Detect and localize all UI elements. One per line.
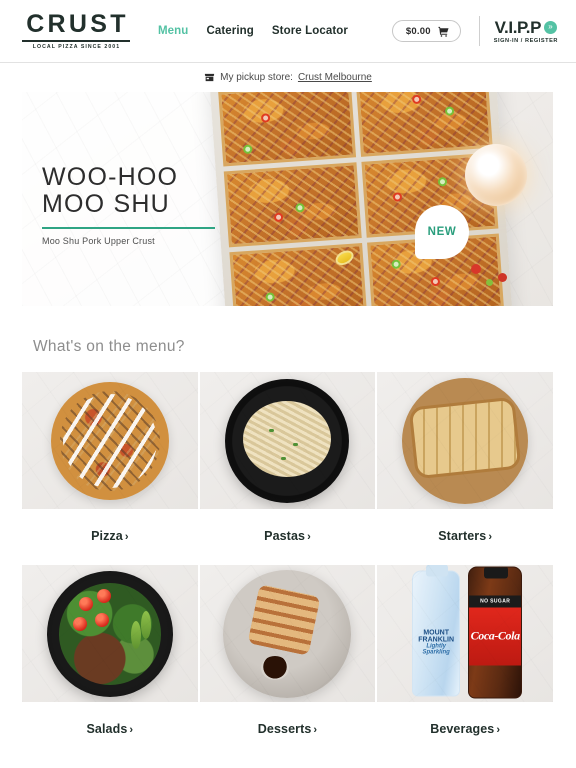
cart-total: $0.00 <box>405 25 431 37</box>
tile-label-text: Beverages <box>430 722 495 736</box>
pasta-illustration <box>225 378 350 503</box>
coke-band: NO SUGAR <box>469 595 522 607</box>
waffle <box>247 583 322 656</box>
chevron-right-icon: › <box>488 531 493 543</box>
hero-garnish-tomato <box>498 273 507 282</box>
pizza-slice <box>355 92 493 158</box>
water-sub-text: Lightly Sparkling <box>422 643 450 656</box>
bottle-cap <box>426 565 449 576</box>
drinks-photo: MOUNT FRANKLIN Lightly Sparkling NO SUGA… <box>377 565 553 702</box>
menu-tile-label-desserts: Desserts › <box>200 702 376 758</box>
hero-pizza-slices <box>218 92 504 306</box>
pizza-photo <box>22 372 198 509</box>
tile-label-text: Pizza <box>91 529 123 543</box>
brand-logo[interactable]: CRUST LOCAL PIZZA SINCE 2001 <box>22 9 130 50</box>
brand-tagline: LOCAL PIZZA SINCE 2001 <box>32 43 121 50</box>
pickup-store-bar: My pickup store: Crust Melbourne <box>0 63 576 91</box>
nav-item-catering[interactable]: Catering <box>206 25 253 37</box>
site-header: CRUST LOCAL PIZZA SINCE 2001 Menu Cateri… <box>0 0 576 62</box>
hero-copy: WOO-HOO MOO SHU Moo Shu Pork Upper Crust <box>42 164 232 246</box>
hero-garnish-chilli <box>486 279 493 286</box>
menu-section-heading: What's on the menu? <box>33 338 185 355</box>
coke-label: Coca-Cola <box>469 607 522 665</box>
menu-tile-label-starters: Starters › <box>377 509 553 565</box>
main-navigation: Menu Catering Store Locator <box>158 25 348 37</box>
chevron-right-icon: › <box>496 724 501 736</box>
hero-banner[interactable]: WOO-HOO MOO SHU Moo Shu Pork Upper Crust… <box>22 92 553 306</box>
store-icon <box>205 73 215 81</box>
vipp-wordmark: V.I.P.P <box>494 17 542 37</box>
salad-illustration <box>46 570 173 697</box>
hero-divider <box>42 227 215 229</box>
hero-wine-glass <box>465 144 527 206</box>
menu-tile-label-pizza: Pizza › <box>22 509 198 565</box>
header-divider <box>478 16 480 46</box>
brand-wordmark: CRUST <box>26 9 129 38</box>
water-bottle: MOUNT FRANKLIN Lightly Sparkling <box>412 565 461 696</box>
menu-tile-pastas[interactable]: Pastas › <box>199 372 376 565</box>
coke-bottle: NO SUGAR Coca-Cola <box>468 566 523 698</box>
nav-item-menu[interactable]: Menu <box>158 25 188 37</box>
chevron-right-icon: › <box>313 724 318 736</box>
menu-tile-salads[interactable]: Salads › <box>22 565 198 758</box>
hero-subtitle: Moo Shu Pork Upper Crust <box>42 236 155 246</box>
hero-pizza-photo <box>209 92 513 306</box>
chevron-right-icon: › <box>129 724 134 736</box>
coke-band-text: NO SUGAR <box>480 598 511 604</box>
waffle-illustration <box>223 569 352 698</box>
coke-brand-text: Coca-Cola <box>470 628 520 643</box>
pickup-store-label: My pickup store: <box>220 71 293 83</box>
garlic-bread-photo <box>377 372 553 509</box>
menu-tile-label-salads: Salads › <box>22 702 198 758</box>
hero-garnish-tomato <box>471 264 481 274</box>
pizza-slice <box>218 92 356 167</box>
menu-tile-starters[interactable]: Starters › <box>377 372 553 565</box>
brand-rule <box>22 39 130 42</box>
vipp-subtitle: SIGN-IN / REGISTER <box>493 37 558 44</box>
nav-item-store-locator[interactable]: Store Locator <box>272 25 348 37</box>
cart-button[interactable]: $0.00 <box>391 20 461 42</box>
pizza-illustration <box>50 381 169 500</box>
water-bottle-label: MOUNT FRANKLIN Lightly Sparkling <box>413 629 459 656</box>
menu-tile-label-beverages: Beverages › <box>377 702 553 758</box>
tile-label-text: Pastas <box>264 529 306 543</box>
salad-photo <box>22 565 198 702</box>
chevron-right-icon: › <box>124 531 129 543</box>
waffle-dessert-photo <box>199 565 376 702</box>
pizza-slice <box>229 242 367 306</box>
bread-loaf <box>408 396 522 479</box>
water-brand-text: MOUNT FRANKLIN <box>418 629 455 644</box>
double-chevron-right-icon: » <box>544 20 558 34</box>
pickup-store-link[interactable]: Crust Melbourne <box>298 72 372 83</box>
menu-tile-pizza[interactable]: Pizza › <box>22 372 198 565</box>
menu-category-grid: Pizza › Pastas › Starters › Salads › Des… <box>0 372 576 758</box>
hero-section: WOO-HOO MOO SHU Moo Shu Pork Upper Crust… <box>0 91 576 306</box>
pasta-photo <box>199 372 376 509</box>
chevron-right-icon: › <box>307 531 311 543</box>
pizza-slice <box>223 162 362 247</box>
tile-label-text: Salads <box>86 722 128 736</box>
garlic-bread-illustration <box>402 377 529 504</box>
new-badge[interactable]: NEW <box>415 205 469 259</box>
tile-label-text: Starters <box>438 529 487 543</box>
bottle-cap <box>484 567 509 578</box>
header-actions: $0.00 V.I.P.P » SIGN-IN / REGISTER <box>391 16 558 46</box>
cart-icon <box>438 26 449 37</box>
hero-title: WOO-HOO MOO SHU <box>42 163 179 218</box>
drinks-illustration: MOUNT FRANKLIN Lightly Sparkling NO SUGA… <box>406 565 524 701</box>
menu-tile-beverages[interactable]: MOUNT FRANKLIN Lightly Sparkling NO SUGA… <box>377 565 553 758</box>
vipp-signin-register[interactable]: V.I.P.P » SIGN-IN / REGISTER <box>494 19 558 44</box>
syrup-cup <box>261 655 290 680</box>
vipp-logo-row: V.I.P.P » <box>494 17 558 37</box>
new-badge-label: NEW <box>427 226 457 238</box>
pizza-drizzle <box>62 393 157 488</box>
menu-tile-label-pastas: Pastas › <box>200 509 376 565</box>
menu-tile-desserts[interactable]: Desserts › <box>199 565 376 758</box>
tile-label-text: Desserts <box>257 722 312 736</box>
